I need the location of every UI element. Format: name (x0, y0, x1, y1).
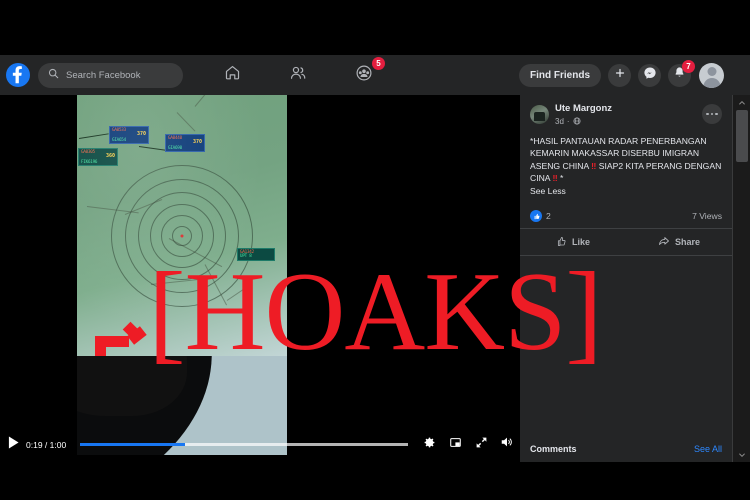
page-scrollbar[interactable] (732, 95, 750, 462)
globe-icon (573, 117, 581, 127)
notifications-badge: 7 (682, 59, 695, 73)
ellipsis-icon (706, 112, 709, 116)
tag-id: UPT 8 (240, 253, 252, 259)
fullscreen-icon (475, 436, 488, 454)
scroll-down-button[interactable] (733, 447, 750, 462)
plus-icon (614, 66, 626, 84)
settings-button[interactable] (416, 432, 442, 458)
facebook-logo-icon[interactable] (6, 63, 30, 87)
progress-bar (80, 443, 186, 446)
search-input[interactable]: Search Facebook (38, 62, 183, 88)
share-button[interactable]: Share (626, 229, 732, 255)
search-icon (48, 66, 59, 84)
ellipsis-dot (715, 112, 718, 116)
tag-id: GIA654 (112, 136, 126, 142)
volume-button[interactable] (494, 432, 520, 458)
tag-callsign: GA1342 (240, 249, 254, 254)
radar-tag: GA0533 370 GIA654 (109, 126, 149, 145)
tag-altitude: 370 (192, 139, 202, 146)
nav-home-button[interactable] (199, 57, 265, 93)
video-controls: 0:19 / 1:00 (0, 427, 520, 462)
post-text-line-1: *HASIL PANTAUAN RADAR PENERBANGAN (530, 135, 707, 146)
account-actions: Find Friends 7 (519, 59, 750, 88)
ellipsis-dot (710, 112, 714, 116)
video-scrubber[interactable] (80, 443, 408, 446)
radar-tag: GA0440 370 GIA690 (165, 134, 205, 153)
see-less-link[interactable]: See Less (530, 185, 722, 197)
post-author-avatar[interactable] (530, 105, 549, 124)
share-icon (658, 235, 670, 249)
groups-icon (355, 64, 373, 87)
primary-nav: 5 (199, 57, 397, 93)
tag-altitude: 370 (136, 131, 146, 138)
post-text-line-3a: CHINA (562, 160, 592, 171)
gear-icon (423, 436, 436, 454)
tag-callsign: GA0533 (112, 127, 126, 132)
share-label: Share (674, 237, 700, 248)
meta-separator: · (566, 117, 570, 127)
volume-icon (500, 435, 514, 454)
play-button[interactable] (0, 436, 26, 454)
home-icon (224, 64, 241, 86)
post-actions: Like Share (520, 229, 732, 257)
fullscreen-button[interactable] (468, 432, 494, 458)
avatar-icon (707, 66, 716, 76)
video-timestamp: 0:19 / 1:00 (26, 439, 67, 450)
create-button[interactable] (608, 63, 631, 87)
post-meta: 3d · (555, 117, 612, 127)
groups-badge: 5 (372, 57, 385, 70)
video-player[interactable]: GA0533 370 GIA654 GA0305 360 FIK6196 GA0… (77, 95, 287, 455)
like-button[interactable]: Like (520, 229, 626, 255)
view-count: 7 Views (692, 211, 722, 222)
messenger-button[interactable] (638, 63, 661, 87)
post-header: Ute Margonz 3d · (520, 95, 732, 127)
nav-groups-button[interactable]: 5 (331, 57, 397, 93)
reaction-count[interactable]: 2 (546, 211, 551, 221)
post-menu-button[interactable] (702, 104, 722, 124)
tag-callsign: GA0440 (168, 135, 182, 140)
search-placeholder: Search Facebook (66, 69, 141, 81)
tag-id: FIK6196 (81, 158, 98, 164)
tag-callsign: GA0305 (81, 149, 95, 154)
scroll-up-button[interactable] (733, 95, 750, 110)
radar-center-dot (180, 234, 184, 238)
radar-screen-image: GA0533 370 GIA654 GA0305 360 FIK6196 GA0… (77, 95, 287, 370)
chevron-down-icon (738, 446, 746, 464)
friends-icon (289, 64, 307, 87)
notifications-button[interactable]: 7 (668, 59, 695, 87)
post-text-line-3c: * (557, 173, 564, 184)
tag-id: GIA690 (168, 144, 182, 150)
post-stats: 2 7 Views (520, 203, 732, 230)
miniplayer-icon (449, 436, 462, 454)
profile-avatar[interactable] (699, 62, 724, 88)
radar-tag: GA1342 UPT 8 (237, 248, 275, 261)
facebook-video-page: Search Facebook 5 Find Friends 7 GA0533 … (0, 0, 750, 500)
radar-tag: GA0305 360 FIK6196 (78, 148, 118, 167)
comments-label: Comments (530, 444, 577, 454)
miniplayer-button[interactable] (442, 432, 468, 458)
like-label: Like (571, 237, 590, 248)
post-text: *HASIL PANTAUAN RADAR PENERBANGAN KEMARI… (520, 127, 732, 197)
like-outline-icon (556, 236, 567, 249)
chevron-up-icon (738, 94, 746, 112)
post-timestamp: 3d (555, 117, 564, 127)
scrollbar-thumb[interactable] (736, 110, 748, 162)
video-stage[interactable]: GA0533 370 GIA654 GA0305 360 FIK6196 GA0… (0, 95, 520, 462)
comments-section-header: Comments See All (520, 444, 732, 454)
play-icon (8, 436, 19, 454)
nav-friends-button[interactable] (265, 57, 331, 93)
find-friends-button[interactable]: Find Friends (519, 63, 601, 87)
messenger-icon (643, 66, 657, 85)
see-all-comments-link[interactable]: See All (694, 444, 722, 454)
thumbs-up-icon (530, 210, 542, 223)
post-author-name[interactable]: Ute Margonz (555, 103, 612, 115)
avatar-body (703, 77, 720, 88)
post-sidebar: Ute Margonz 3d · *HASIL PANTAUAN RADAR P… (520, 95, 732, 462)
top-navigation-bar: Search Facebook 5 Find Friends 7 (0, 55, 750, 95)
main-content: GA0533 370 GIA654 GA0305 360 FIK6196 GA0… (0, 95, 750, 462)
tag-altitude: 360 (105, 153, 115, 160)
